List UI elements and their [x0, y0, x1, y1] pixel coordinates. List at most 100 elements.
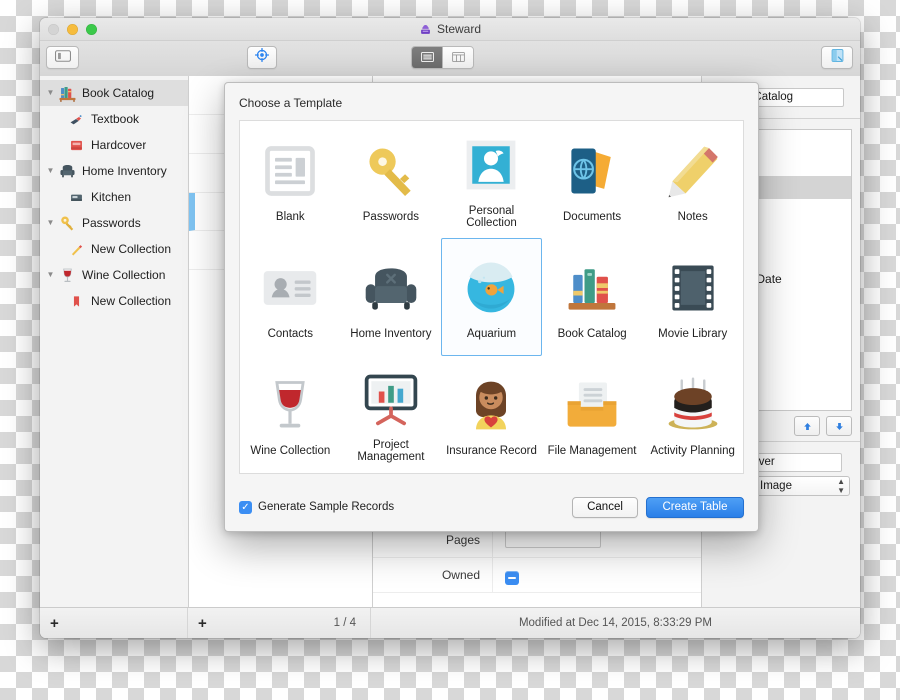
template-notes[interactable]: Notes [642, 121, 743, 238]
pencil-icon [659, 137, 727, 205]
template-label: Movie Library [658, 327, 728, 340]
template-label: Wine Collection [250, 445, 331, 458]
template-wine-collection[interactable]: Wine Collection [240, 356, 341, 473]
tab-grid-view[interactable] [443, 47, 473, 68]
books-icon [558, 254, 626, 322]
sidebar-item-kitchen[interactable]: Kitchen [40, 184, 188, 210]
sidebar: ▼ Book Catalog Textbook Hardcover ▼ Home… [40, 76, 189, 608]
disclosure-triangle-icon[interactable]: ▼ [44, 210, 57, 236]
sidebar-item-passwords[interactable]: ▼ Passwords [40, 210, 188, 236]
status-list-segment: + 1 / 4 [188, 608, 371, 638]
sidebar-item-hardcover[interactable]: Hardcover [40, 132, 188, 158]
sidebar-toggle-button[interactable] [46, 46, 79, 69]
sidebar-item-label: New Collection [91, 294, 172, 308]
title-bar[interactable]: Steward [40, 18, 860, 41]
template-project-management[interactable]: Project Management [341, 356, 442, 473]
wineglass-icon [256, 371, 324, 439]
field-type-value: Image [760, 480, 792, 492]
tab-list-view[interactable] [412, 47, 443, 68]
status-sidebar-segment: + [40, 608, 188, 638]
template-grid: Blank Passwords Personal Collection Docu… [239, 120, 744, 474]
key-icon [57, 213, 77, 233]
template-label: Aquarium [466, 327, 517, 340]
key-icon [357, 137, 425, 205]
template-movie-library[interactable]: Movie Library [642, 238, 743, 355]
arrow-down-icon [835, 422, 843, 430]
inspector-icon [830, 48, 845, 68]
disclosure-triangle-icon[interactable]: ▼ [44, 80, 57, 106]
template-personal-collection[interactable]: Personal Collection [441, 121, 542, 238]
app-icon [419, 23, 432, 36]
sidebar-item-new-collection-passwords[interactable]: New Collection [40, 236, 188, 262]
template-label: File Management [547, 445, 637, 458]
sidebar-item-label: Kitchen [91, 190, 132, 204]
sidebar-item-label: Textbook [91, 112, 140, 126]
template-label: Blank [275, 210, 305, 223]
template-file-management[interactable]: File Management [542, 356, 643, 473]
template-blank[interactable]: Blank [240, 121, 341, 238]
move-field-down-button[interactable] [826, 416, 852, 436]
disclosure-triangle-icon[interactable]: ▼ [44, 158, 57, 184]
sidebar-item-wine-collection[interactable]: ▼ Wine Collection [40, 262, 188, 288]
add-source-button[interactable]: + [50, 616, 59, 631]
template-book-catalog[interactable]: Book Catalog [542, 238, 643, 355]
template-activity-planning[interactable]: Activity Planning [642, 356, 743, 473]
grid-view-icon [451, 49, 465, 67]
template-insurance-record[interactable]: Insurance Record [441, 356, 542, 473]
sidebar-item-new-collection-wine[interactable]: New Collection [40, 288, 188, 314]
generate-sample-records-row[interactable]: ✓ Generate Sample Records [239, 500, 395, 514]
sidebar-item-book-catalog[interactable]: ▼ Book Catalog [40, 80, 188, 106]
generate-sample-records-checkbox[interactable]: ✓ [239, 500, 252, 514]
stamp-icon [457, 131, 525, 199]
passport-icon [558, 137, 626, 205]
window-title-area: Steward [40, 21, 860, 37]
armchair-icon [57, 161, 77, 181]
contact-card-icon [256, 254, 324, 322]
template-passwords[interactable]: Passwords [341, 121, 442, 238]
template-label: Insurance Record [446, 445, 537, 458]
modified-text: Modified at Dec 14, 2015, 8:33:29 PM [518, 617, 713, 629]
wineglass-icon [57, 265, 77, 285]
fishbowl-icon [457, 254, 525, 322]
person-heart-icon [457, 371, 525, 439]
disclosure-triangle-icon[interactable]: ▼ [44, 262, 57, 288]
cancel-button[interactable]: Cancel [572, 496, 638, 518]
template-label: Contacts [267, 327, 313, 340]
sidebar-item-label: Book Catalog [82, 86, 155, 100]
sidebar-item-textbook[interactable]: Textbook [40, 106, 188, 132]
sidebar-item-label: Passwords [82, 216, 141, 230]
filmstrip-icon [659, 254, 727, 322]
add-record-button[interactable]: + [198, 616, 207, 631]
arrow-up-icon [803, 422, 811, 430]
view-mode-segmented-control[interactable] [411, 46, 474, 69]
sidebar-item-label: New Collection [91, 242, 172, 256]
toolbar [40, 41, 860, 77]
cake-icon [659, 371, 727, 439]
template-label: Home Inventory [350, 327, 432, 340]
sidebar-item-home-inventory[interactable]: ▼ Home Inventory [40, 158, 188, 184]
field-value [493, 566, 519, 585]
sidebar-item-label: Home Inventory [82, 164, 167, 178]
owned-checkbox[interactable] [505, 570, 519, 585]
generate-sample-records-label: Generate Sample Records [258, 501, 395, 513]
sidebar-toggle-icon [54, 49, 71, 67]
move-field-up-button[interactable] [794, 416, 820, 436]
template-documents[interactable]: Documents [542, 121, 643, 238]
sidebar-item-label: Hardcover [91, 138, 147, 152]
template-label: Book Catalog [557, 327, 627, 340]
list-view-icon [420, 49, 434, 67]
template-aquarium-selected[interactable]: Aquarium [441, 238, 542, 356]
field-row-owned: Owned [373, 558, 701, 593]
sidebar-item-label: Wine Collection [82, 268, 166, 282]
window-title: Steward [436, 22, 482, 36]
inspector-toggle-button[interactable] [821, 46, 853, 69]
template-contacts[interactable]: Contacts [240, 238, 341, 355]
template-label: Notes [677, 210, 708, 223]
target-button[interactable] [247, 46, 277, 69]
filetray-icon [558, 371, 626, 439]
template-home-inventory[interactable]: Home Inventory [341, 238, 442, 355]
textbook-icon [66, 109, 86, 129]
choose-template-dialog: Choose a Template Blank Passwords Person… [224, 82, 759, 532]
create-table-button[interactable]: Create Table [646, 496, 744, 518]
target-icon [254, 47, 270, 67]
